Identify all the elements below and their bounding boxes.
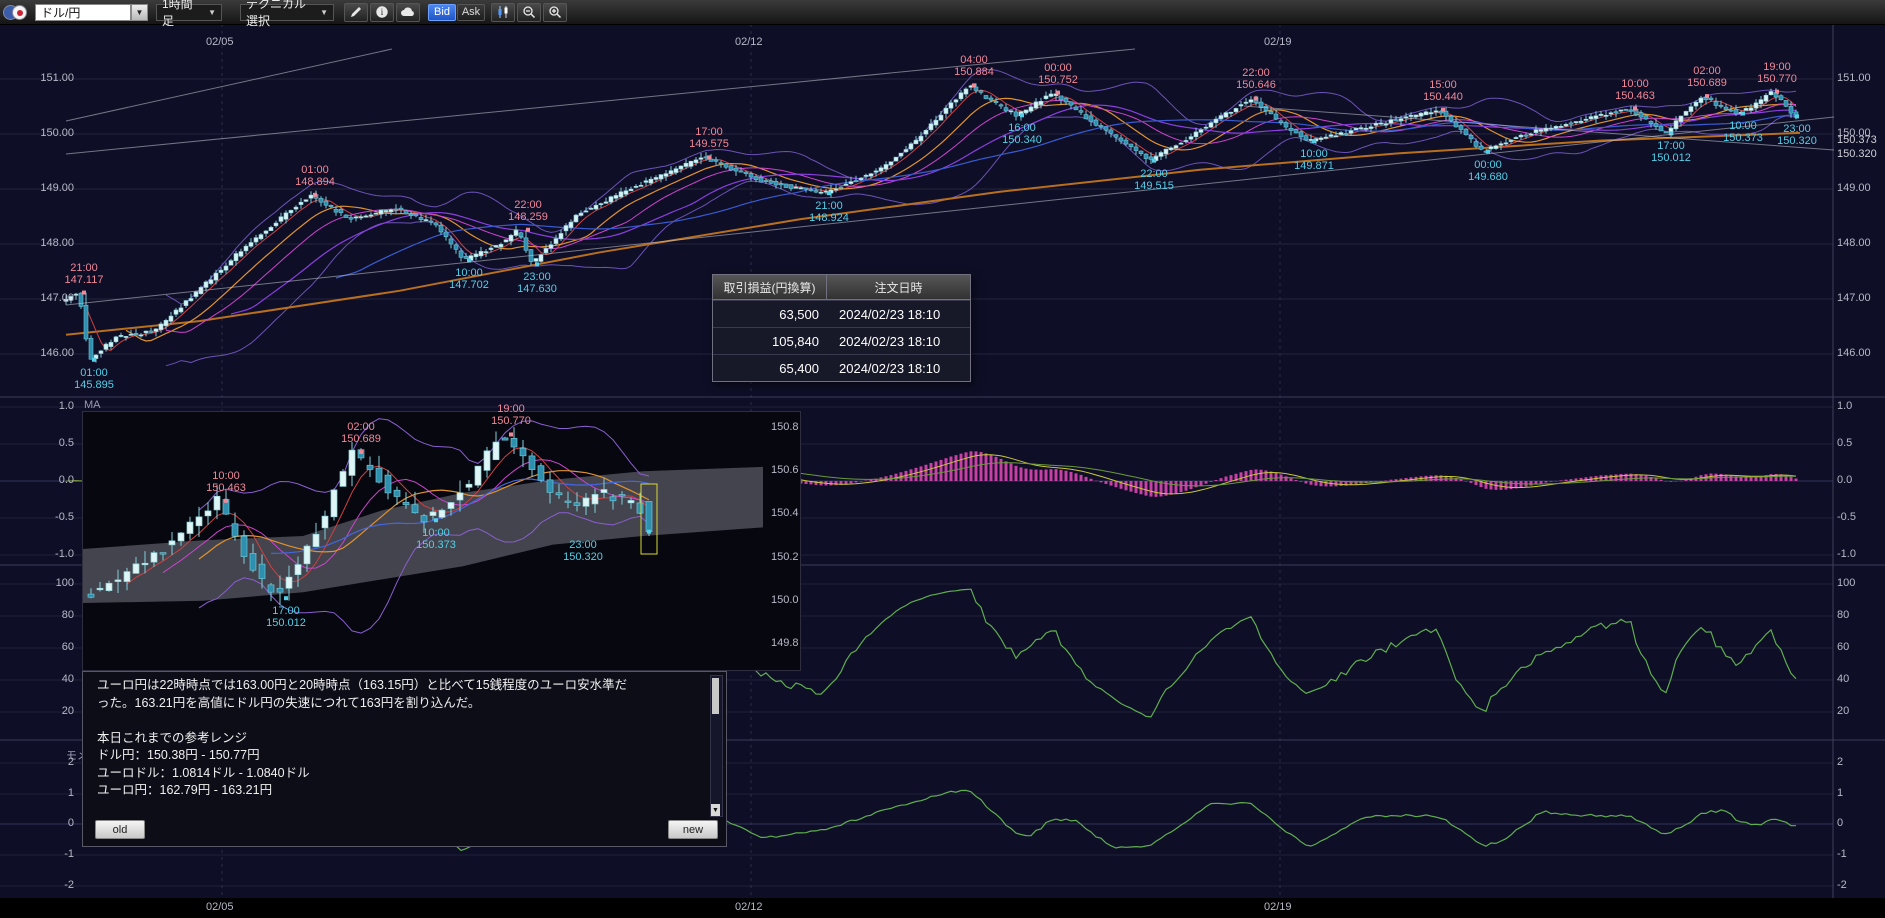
pair-select[interactable]: ドル/円 <box>35 4 131 21</box>
news-line: 本日これまでの参考レンジ <box>83 730 726 748</box>
inset-price-tick: 150.0 <box>771 594 799 606</box>
news-line: った。163.21円を高値にドル円の失速につれて163円を割り込んだ。 <box>83 695 726 713</box>
trade-row[interactable]: 65,4002024/02/23 18:10 <box>713 354 970 381</box>
ask-button[interactable]: Ask <box>457 4 485 21</box>
trade-table-header: 取引損益(円換算) <box>713 275 827 299</box>
inset-chart-canvas[interactable] <box>83 412 802 672</box>
trade-row[interactable]: 105,8402024/02/23 18:10 <box>713 327 970 354</box>
trade-row[interactable]: 63,5002024/02/23 18:10 <box>713 300 970 327</box>
news-line: ユーロドル：1.0814ドル - 1.0840ドル <box>83 765 726 783</box>
timeframe-select-value: 1時間足 <box>162 0 201 29</box>
trade-pl-value: 105,840 <box>713 334 827 349</box>
news-line: ドル円：150.38円 - 150.77円 <box>83 747 726 765</box>
inset-price-tick: 150.2 <box>771 551 799 563</box>
cloud-icon <box>400 6 416 18</box>
info-icon: i <box>375 5 389 19</box>
pair-select-value: ドル/円 <box>41 4 80 21</box>
zoom-in-icon <box>548 5 562 19</box>
pencil-icon <box>349 5 363 19</box>
trade-history-popup[interactable]: 取引損益(円換算)注文日時63,5002024/02/23 18:10105,8… <box>712 274 971 382</box>
technical-select-value: テクニカル選択 <box>246 0 313 29</box>
news-line: ユーロ円：162.79円 - 163.21円 <box>83 782 726 800</box>
inset-price-tick: 150.6 <box>771 464 799 476</box>
toolbar: ドル/円 ▼ 1時間足 ▼ テクニカル選択 ▼ i Bid Ask <box>0 0 1885 25</box>
fx-chart-app: { "toolbar": { "pair_label": "ドル/円", "ti… <box>0 0 1885 918</box>
old-button[interactable]: old <box>95 820 145 839</box>
chevron-down-icon: ▼ <box>208 8 216 17</box>
jp-flag-icon <box>12 5 27 20</box>
info-button[interactable]: i <box>370 3 394 22</box>
zoom-inset-window[interactable]: 10:00150.46317:00150.01202:00150.68910:0… <box>82 411 801 671</box>
news-line <box>83 712 726 730</box>
trade-table-header: 注文日時 <box>827 275 970 299</box>
pair-select-arrow[interactable]: ▼ <box>131 4 148 21</box>
market-news-panel: ユーロ円は22時時点では163.00円と20時時点（163.15円）と比べて15… <box>82 671 727 847</box>
inset-price-tick: 149.8 <box>771 637 799 649</box>
bid-button[interactable]: Bid <box>428 4 456 21</box>
news-scrollbar[interactable]: ▼ <box>710 675 723 817</box>
chart-type-button[interactable] <box>491 3 515 22</box>
chevron-down-icon: ▼ <box>320 8 328 17</box>
trade-pl-value: 63,500 <box>713 307 827 322</box>
zoom-out-icon <box>522 5 536 19</box>
scrollbar-thumb[interactable] <box>712 678 719 714</box>
zoom-out-button[interactable] <box>517 3 541 22</box>
technical-select[interactable]: テクニカル選択 ▼ <box>240 4 334 21</box>
draw-pencil-button[interactable] <box>344 3 368 22</box>
trade-datetime: 2024/02/23 18:10 <box>827 361 940 376</box>
news-line: ユーロ円は22時時点では163.00円と20時時点（163.15円）と比べて15… <box>83 677 726 695</box>
zoom-in-button[interactable] <box>543 3 567 22</box>
inset-price-tick: 150.4 <box>771 507 799 519</box>
trade-pl-value: 65,400 <box>713 361 827 376</box>
new-button[interactable]: new <box>668 820 718 839</box>
inset-price-tick: 150.8 <box>771 421 799 433</box>
currency-pair-flags-icon <box>3 4 31 20</box>
timeframe-select[interactable]: 1時間足 ▼ <box>156 4 222 21</box>
news-text: ユーロ円は22時時点では163.00円と20時時点（163.15円）と比べて15… <box>83 672 726 800</box>
news-cloud-button[interactable] <box>396 3 420 22</box>
candlestick-icon <box>496 5 510 19</box>
scrollbar-down-arrow-icon[interactable]: ▼ <box>711 804 720 816</box>
trade-datetime: 2024/02/23 18:10 <box>827 307 940 322</box>
trade-datetime: 2024/02/23 18:10 <box>827 334 940 349</box>
